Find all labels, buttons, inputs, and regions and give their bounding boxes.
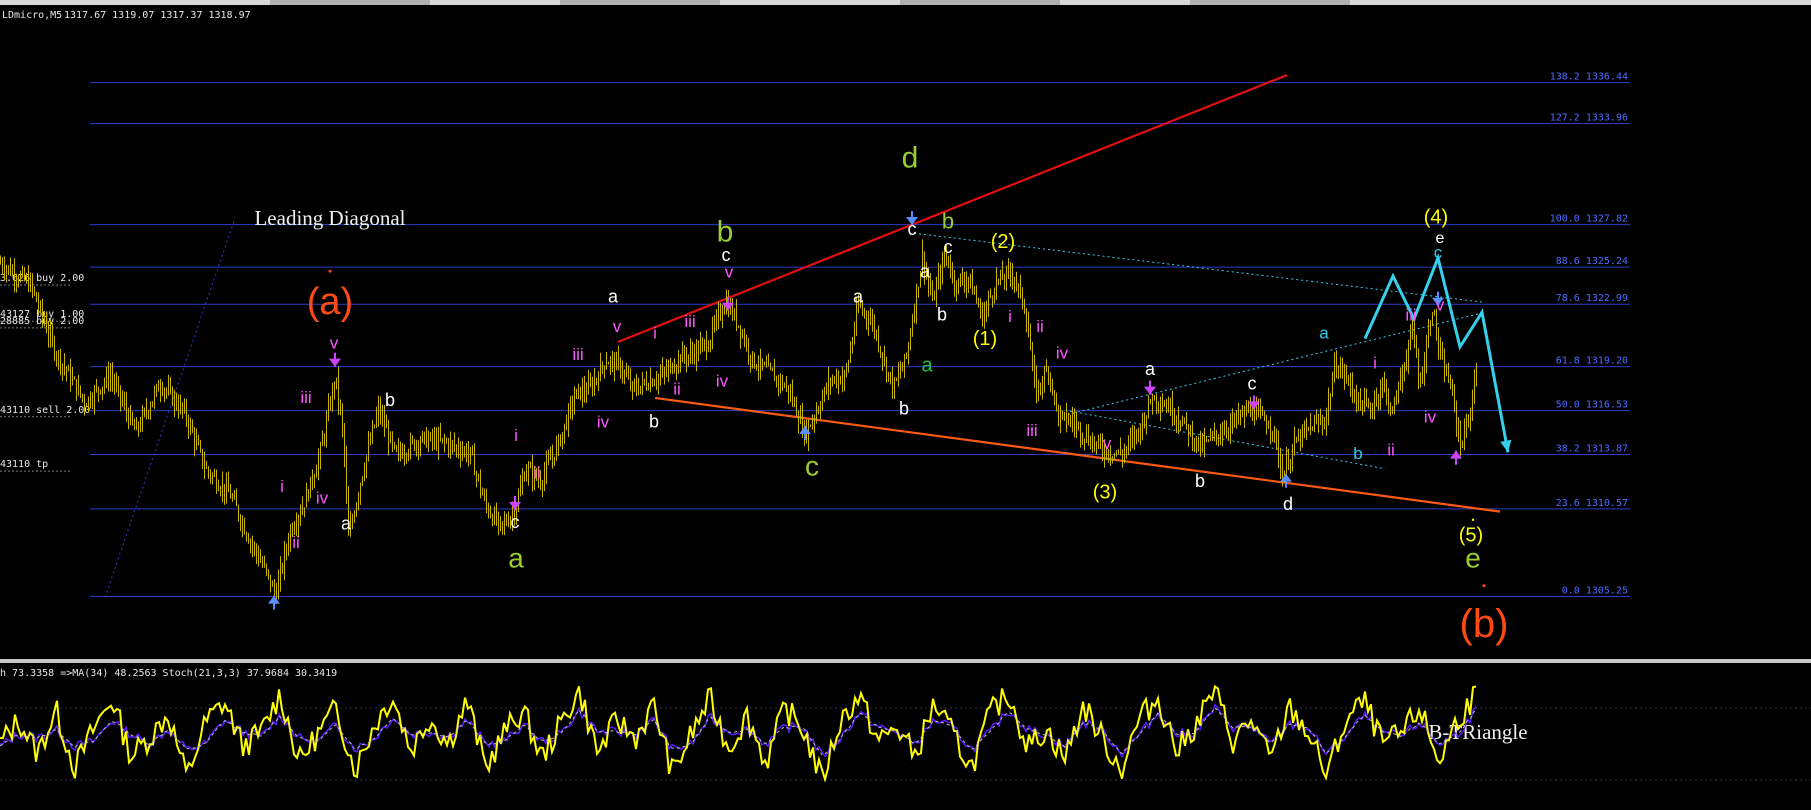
wave-label: i <box>280 477 284 496</box>
wave-label: c <box>908 219 917 239</box>
wave-label: B-TRiangle <box>1428 720 1527 744</box>
wave-label: b <box>1353 444 1362 463</box>
wave-dot <box>328 269 332 273</box>
wave-label: ii <box>292 533 300 552</box>
wave-label: b <box>937 305 947 325</box>
wave-label: iv <box>1424 408 1437 427</box>
wave-label: a <box>1145 359 1156 379</box>
wave-label: ii <box>533 464 541 483</box>
wave-label: ii <box>1036 317 1044 336</box>
wave-label: Leading Diagonal <box>254 206 405 230</box>
wave-label: a <box>341 514 352 534</box>
wave-label: i <box>653 324 657 343</box>
fib-level-label: 50.0 1316.53 <box>1556 400 1628 411</box>
fib-level-label: 138.2 1336.44 <box>1550 72 1628 83</box>
wave-label: (5) <box>1459 524 1483 546</box>
wave-label: iii <box>1026 421 1037 440</box>
tab-strip-tab <box>900 0 1060 5</box>
wave-label: iii <box>1405 306 1416 325</box>
wave-label: d <box>1283 494 1293 514</box>
wave-label: (b) <box>1460 602 1509 646</box>
tab-strip-tab <box>270 0 430 5</box>
price-chart[interactable]: LDmicro,M5 1317.67 1319.07 1317.37 1318.… <box>0 0 1811 810</box>
wave-label: v <box>1436 296 1445 315</box>
fib-level-label: 100.0 1327.82 <box>1550 214 1628 225</box>
wave-label: d <box>902 141 919 174</box>
wave-label: iii <box>684 312 695 331</box>
tab-strip-tab <box>1190 0 1350 5</box>
fib-level-label: 61.8 1319.20 <box>1556 356 1628 367</box>
indicator-label: h 73.3358 =>MA(34) 48.2563 Stoch(21,3,3)… <box>0 668 337 679</box>
wave-label: a <box>608 286 619 306</box>
fib-level-label: 23.6 1310.57 <box>1556 498 1628 509</box>
wave-label: a <box>920 262 931 282</box>
order-line-label: 43110 tp <box>0 459 48 470</box>
wave-label: e <box>1436 230 1445 247</box>
wave-label: v <box>330 334 339 353</box>
wave-label: b <box>649 412 659 432</box>
wave-label: iii <box>572 345 583 364</box>
wave-label: ii <box>1387 441 1395 460</box>
wave-label: c <box>1248 374 1257 394</box>
wave-label: c <box>511 512 520 532</box>
wave-label: ii <box>673 380 681 399</box>
wave-label: v <box>1103 434 1112 453</box>
wave-label: iv <box>316 488 329 507</box>
terminal-tab-strip <box>0 0 1811 5</box>
wave-label: v <box>613 317 622 336</box>
wave-label: (3) <box>1093 481 1117 503</box>
fib-level-label: 127.2 1333.96 <box>1550 113 1628 124</box>
wave-label: (4) <box>1424 206 1448 228</box>
order-line-label: 43110 sell 2.00 <box>0 405 90 416</box>
wave-label: a <box>853 286 864 306</box>
wave-label: iv <box>1056 343 1069 362</box>
fib-level-label: 38.2 1313.87 <box>1556 443 1628 454</box>
wave-label: c <box>805 450 819 481</box>
wave-label: b <box>899 398 909 418</box>
wave-label: iv <box>597 413 610 432</box>
wave-label: i <box>514 426 518 445</box>
wave-label: iv <box>716 371 729 390</box>
wave-label: i <box>1008 307 1012 326</box>
indicator-separator <box>0 659 1811 663</box>
wave-dot <box>1471 518 1475 522</box>
fib-level-label: 78.6 1322.99 <box>1556 293 1628 304</box>
wave-label: b <box>717 215 734 248</box>
wave-dot <box>1482 584 1486 588</box>
wave-label: iii <box>300 388 311 407</box>
wave-label: e <box>1465 543 1481 574</box>
fib-level-label: 88.6 1325.24 <box>1556 256 1628 267</box>
wave-label: (2) <box>991 231 1015 253</box>
wave-label: (1) <box>973 328 997 350</box>
wave-label: a <box>1319 324 1329 343</box>
tab-strip-tab <box>560 0 720 5</box>
symbol-label: LDmicro,M5 <box>2 10 62 21</box>
wave-label: a <box>508 543 524 574</box>
wave-label: v <box>725 263 734 282</box>
wave-label: (a) <box>307 281 353 323</box>
fib-level-label: 0.0 1305.25 <box>1562 585 1628 596</box>
wave-label: b <box>1195 471 1205 491</box>
wave-label: i <box>1373 353 1377 372</box>
wave-label: b <box>385 390 395 410</box>
wave-label: c <box>944 237 953 257</box>
wave-label: a <box>921 355 933 377</box>
ohlc-label: 1317.67 1319.07 1317.37 1318.97 <box>64 10 251 21</box>
wave-label: b <box>942 208 954 233</box>
